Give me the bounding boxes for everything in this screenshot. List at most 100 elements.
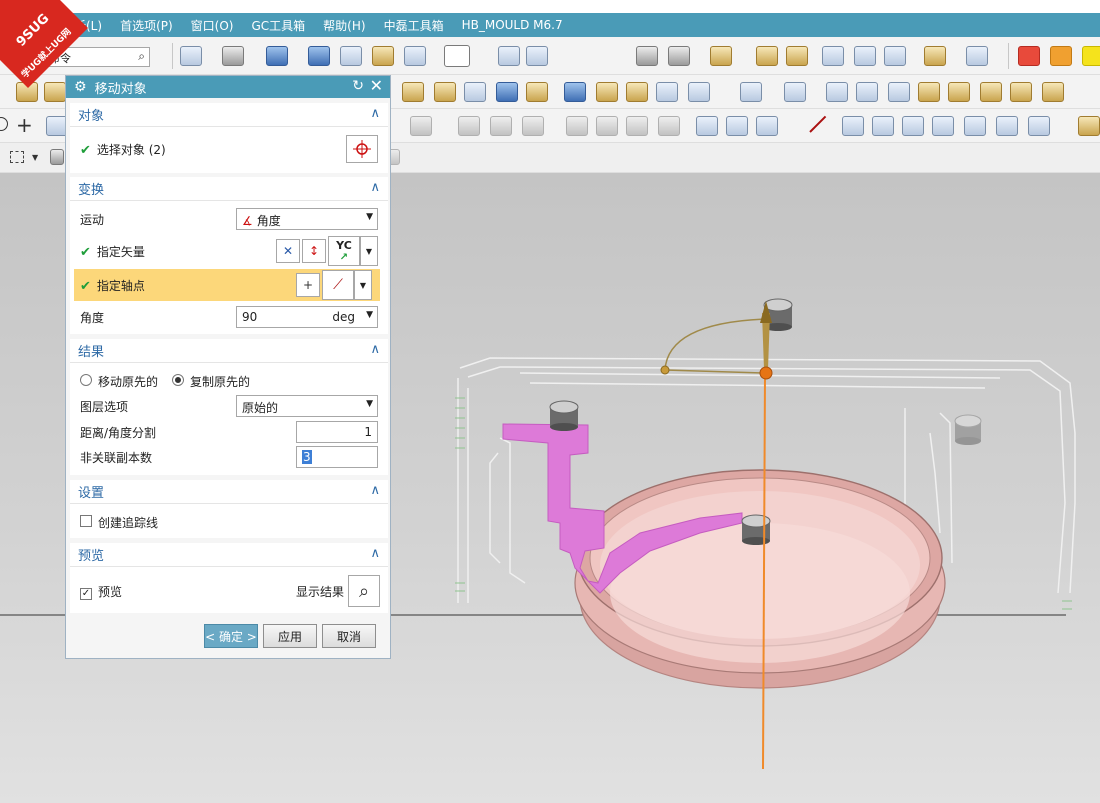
yellow-color-icon[interactable] (1082, 46, 1100, 66)
pyramid-icon[interactable] (656, 82, 678, 102)
axis-point[interactable] (759, 366, 773, 380)
layer-copy-icon[interactable] (526, 46, 548, 66)
view-orient-icon[interactable] (222, 46, 244, 66)
groove-icon[interactable] (658, 116, 680, 136)
sweep-icon[interactable] (596, 82, 618, 102)
result-group-header[interactable]: 结果 ∧ (70, 339, 388, 363)
layer-settings-icon[interactable] (636, 46, 658, 66)
analysis-icon[interactable] (756, 46, 778, 66)
move-original-radio[interactable]: 移动原先的 (80, 373, 158, 390)
selection-box-icon[interactable] (10, 151, 24, 163)
point-dialog-button[interactable]: + (296, 273, 320, 297)
sheet-icon[interactable] (1042, 82, 1064, 102)
align-icon[interactable] (696, 116, 718, 136)
pocket-icon[interactable] (596, 116, 618, 136)
red-color-icon[interactable] (1018, 46, 1040, 66)
preview-checkbox[interactable]: ✓ 预览 (80, 583, 122, 600)
line-icon[interactable] (809, 115, 827, 133)
dimension-icon[interactable] (924, 46, 946, 66)
arc-icon[interactable] (842, 116, 864, 136)
show-result-button[interactable]: ⌕ (348, 575, 380, 607)
specify-axis-point-row[interactable]: ✔ 指定轴点 + ⟋ ▼ (74, 269, 380, 301)
close-icon[interactable]: ✕ (370, 76, 383, 95)
chevron-up-icon[interactable]: ∧ (370, 546, 380, 561)
mesh-surface-icon[interactable] (856, 82, 878, 102)
measure-icon[interactable] (786, 46, 808, 66)
curve-on-surface-icon[interactable] (948, 82, 970, 102)
unassoc-copies-input[interactable]: 3 (296, 446, 378, 468)
reset-icon[interactable]: ↻ (352, 78, 364, 94)
filter-icon[interactable] (50, 149, 64, 165)
pattern-icon[interactable] (522, 116, 544, 136)
wireframe-icon[interactable] (340, 46, 362, 66)
feature-block-icon[interactable] (496, 82, 518, 102)
feature-cylinder-icon[interactable] (526, 82, 548, 102)
settings-group-header[interactable]: 设置 ∧ (70, 480, 388, 504)
constraint-icon[interactable] (726, 116, 748, 136)
point-type-button[interactable]: ⟋ (322, 270, 354, 300)
point-dropdown[interactable]: ▼ (354, 270, 372, 300)
menu-window[interactable]: 窗口(O) (191, 17, 234, 34)
ruler-icon[interactable] (966, 46, 988, 66)
crosshair-select-button[interactable] (346, 135, 378, 163)
section-icon[interactable] (404, 46, 426, 66)
boss-icon[interactable] (566, 116, 588, 136)
ok-button[interactable]: < 确定 > (204, 624, 258, 648)
trim-surface-icon[interactable] (888, 82, 910, 102)
pipe-icon[interactable] (1010, 82, 1032, 102)
extra-tool-icon[interactable] (1078, 116, 1100, 136)
angle-input[interactable]: 90 deg ▼ (236, 306, 378, 328)
create-trace-row[interactable]: 创建追踪线 (70, 508, 388, 536)
object-group-header[interactable]: 对象 ∧ (70, 103, 388, 127)
trim-curve-icon[interactable] (1028, 116, 1050, 136)
chevron-up-icon[interactable]: ∧ (370, 106, 380, 121)
hole-icon[interactable] (490, 116, 512, 136)
offset-surface-icon[interactable] (980, 82, 1002, 102)
color-swatch-icon[interactable] (444, 45, 470, 67)
patch-icon[interactable] (918, 82, 940, 102)
draft-icon[interactable] (410, 116, 432, 136)
polyhedron-icon[interactable] (688, 82, 710, 102)
snap-point-icon[interactable] (822, 46, 844, 66)
intersect-curve-icon[interactable] (996, 116, 1018, 136)
assembly-icon[interactable] (756, 116, 778, 136)
polyline-icon[interactable] (902, 116, 924, 136)
menu-zhonglei-toolbox[interactable]: 中磊工具箱 (384, 17, 444, 34)
chevron-up-icon[interactable]: ∧ (370, 483, 380, 498)
select-filter-icon[interactable] (180, 46, 202, 66)
menu-help[interactable]: 帮助(H) (323, 17, 365, 34)
snap-mid-icon[interactable] (884, 46, 906, 66)
surface-icon[interactable] (784, 82, 806, 102)
offset-curve-icon[interactable] (932, 116, 954, 136)
rectangle-icon[interactable] (740, 82, 762, 102)
wcs-icon[interactable] (710, 46, 732, 66)
reverse-vector-button[interactable]: ↕ (302, 239, 326, 263)
solid-icon[interactable] (564, 82, 586, 102)
motion-select[interactable]: ∡ 角度 ▼ (236, 208, 378, 230)
shaded-cube-icon[interactable] (266, 46, 288, 66)
spline-icon[interactable] (872, 116, 894, 136)
ruled-surface-icon[interactable] (826, 82, 848, 102)
blend-icon[interactable] (626, 82, 648, 102)
specify-vector-row[interactable]: ✔ 指定矢量 ✕ ↕ YC ↗ ▼ (70, 235, 388, 267)
preview-group-header[interactable]: 预览 ∧ (70, 543, 388, 567)
select-object-row[interactable]: ✔ 选择对象 (2) (70, 135, 388, 163)
chevron-up-icon[interactable]: ∧ (370, 180, 380, 195)
plus-icon[interactable]: + (16, 113, 33, 137)
cancel-button[interactable]: 取消 (322, 624, 376, 648)
chevron-up-icon[interactable]: ∧ (370, 342, 380, 357)
project-curve-icon[interactable] (964, 116, 986, 136)
shaded-edges-icon[interactable] (308, 46, 330, 66)
search-icon[interactable]: ⌕ (138, 49, 145, 64)
hide-show-icon[interactable] (372, 46, 394, 66)
menu-preferences[interactable]: 首选项(P) (120, 17, 173, 34)
chamfer-icon[interactable] (458, 116, 480, 136)
apply-button[interactable]: 应用 (263, 624, 317, 648)
yc-vector-button[interactable]: YC ↗ (328, 236, 360, 266)
copy-original-radio[interactable]: 复制原先的 (172, 373, 250, 390)
feature-box-icon[interactable] (402, 82, 424, 102)
feature-tool-icon[interactable] (434, 82, 456, 102)
snap-end-icon[interactable] (854, 46, 876, 66)
menu-hb-mould[interactable]: HB_MOULD M6.7 (462, 18, 563, 32)
circle-icon[interactable] (0, 117, 8, 131)
